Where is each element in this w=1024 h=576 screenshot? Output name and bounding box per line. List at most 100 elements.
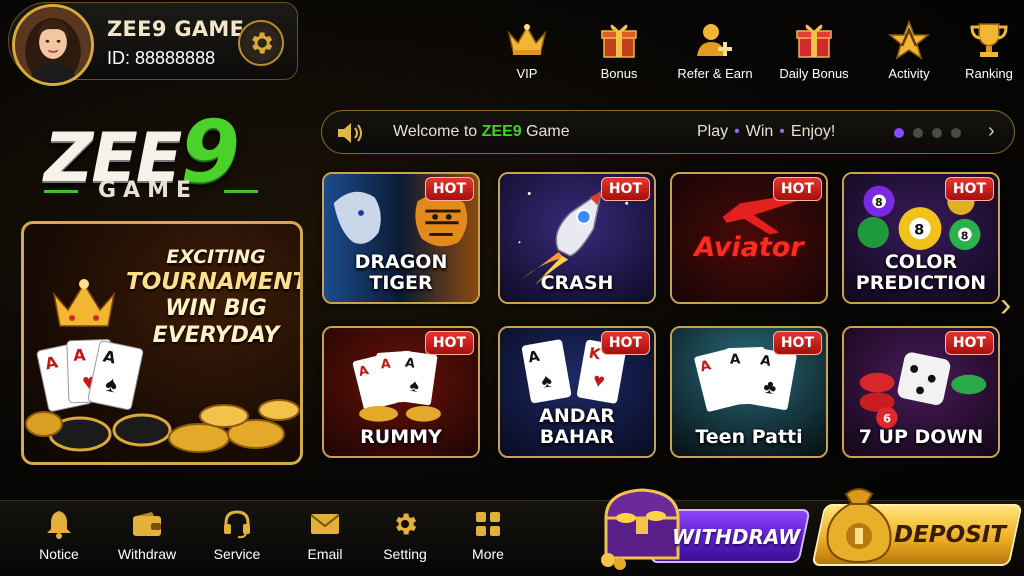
bottom-nav-withdraw[interactable]: Withdraw [112, 508, 182, 562]
hot-badge: HOT [772, 177, 822, 201]
promo-line: EVERYDAY [152, 322, 280, 348]
hot-badge: HOT [600, 177, 650, 201]
gift-box-icon [792, 20, 836, 60]
chevron-right-icon[interactable]: › [988, 120, 995, 143]
marquee-brand: ZEE9 [481, 123, 522, 140]
game-title-line: TIGER [369, 272, 433, 294]
carousel-dots[interactable] [894, 128, 961, 138]
top-nav-label: Activity [888, 66, 930, 81]
gear-icon [388, 508, 422, 540]
bottom-nav-service[interactable]: Service [202, 508, 272, 562]
avatar[interactable] [12, 4, 94, 86]
bottom-nav-label: Notice [39, 546, 79, 562]
user-add-icon [693, 20, 737, 60]
promo-headline: EXCITING TOURNAMENTS WIN BIG EVERYDAY [126, 246, 300, 349]
svg-text:A: A [380, 356, 391, 372]
game-title: CRASH [500, 273, 654, 294]
profile-id: ID: 88888888 [107, 48, 216, 68]
bottom-nav-label: Setting [383, 546, 427, 562]
game-title: ANDAR BAHAR [500, 406, 654, 448]
top-nav-bonus[interactable]: Bonus [574, 20, 664, 81]
top-nav-vip[interactable]: VIP [482, 20, 572, 81]
announcement-marquee[interactable]: Welcome to ZEE9 Game Play • Win • Enjoy! › [321, 110, 1015, 154]
carousel-dot[interactable] [951, 128, 961, 138]
game-title-line: DRAGON [354, 251, 448, 273]
treasure-chest-icon [601, 488, 680, 570]
hot-badge: HOT [944, 177, 994, 201]
game-tile-aviator[interactable]: HOT Aviator [670, 172, 828, 304]
gear-icon [252, 32, 273, 54]
tagline-word: Enjoy! [790, 123, 836, 140]
svg-text:6: 6 [883, 412, 891, 426]
hot-badge: HOT [600, 331, 650, 355]
svg-text:A: A [73, 345, 87, 364]
game-title: 7 UP DOWN [844, 427, 998, 448]
svg-text:8: 8 [914, 221, 924, 238]
top-nav-label: VIP [516, 66, 538, 81]
profile-settings-button[interactable] [238, 20, 284, 66]
star-badge-icon [887, 20, 931, 60]
wallet-icon [130, 508, 164, 540]
game-title: Teen Patti [672, 427, 826, 448]
chevron-right-icon[interactable]: › [1000, 286, 1011, 325]
carousel-dot-active[interactable] [894, 128, 904, 138]
bottom-nav-label: Email [307, 546, 343, 562]
marquee-suffix: Game [521, 123, 570, 140]
game-title-line: COLOR [884, 251, 958, 273]
game-tile-dragon-tiger[interactable]: HOT DRAGON TIGER [322, 172, 480, 304]
hot-badge: HOT [424, 177, 474, 201]
game-title: Aviator [672, 232, 826, 263]
tagline-sep: • [734, 123, 740, 140]
money-bag-icon [826, 488, 892, 564]
deposit-label: DEPOSIT [893, 522, 1007, 548]
grid-icon [471, 508, 505, 540]
game-title: COLOR PREDICTION [844, 252, 998, 294]
headset-icon [220, 508, 254, 540]
carousel-dot[interactable] [913, 128, 923, 138]
top-nav-activity[interactable]: Activity [864, 20, 954, 81]
tagline-word: Win [745, 123, 774, 140]
carousel-dot[interactable] [932, 128, 942, 138]
game-tile-andar-bahar[interactable]: A ♠ K ♥ HOT ANDAR BAHAR [498, 326, 656, 458]
bottom-nav-notice[interactable]: Notice [24, 508, 94, 562]
hot-badge: HOT [424, 331, 474, 355]
bottom-nav-more[interactable]: More [453, 508, 523, 562]
game-tile-7-up-down[interactable]: 6 HOT 7 UP DOWN [842, 326, 1000, 458]
tournament-banner[interactable]: A A♥ A♠ EXCITING TOURNAMENTS WIN BIG EVE… [21, 221, 303, 465]
top-nav-label: Daily Bonus [779, 66, 849, 81]
logo-line [224, 190, 258, 193]
marquee-prefix: Welcome to [393, 123, 482, 140]
bottom-nav-label: Withdraw [117, 546, 177, 562]
game-title-line: ANDAR [539, 405, 615, 427]
game-title-line: BAHAR [539, 426, 615, 448]
game-title-line: CRASH [540, 272, 614, 294]
game-tile-rummy[interactable]: A A A ♠ HOT RUMMY [322, 326, 480, 458]
bottom-nav-setting[interactable]: Setting [370, 508, 440, 562]
top-nav-ranking[interactable]: Ranking [944, 20, 1024, 81]
game-tile-color-prediction[interactable]: 8 8 8 HOT COLOR PREDICTION [842, 172, 1000, 304]
marquee-welcome: Welcome to ZEE9 Game [393, 123, 570, 141]
top-nav-refer-earn[interactable]: Refer & Earn [670, 20, 760, 81]
svg-text:A: A [730, 351, 742, 367]
game-title: RUMMY [324, 427, 478, 448]
speaker-icon [338, 123, 362, 143]
trophy-icon [967, 20, 1011, 60]
game-title-line: 7 UP DOWN [858, 426, 984, 448]
game-tile-crash[interactable]: HOT CRASH [498, 172, 656, 304]
top-nav-daily-bonus[interactable]: Daily Bonus [769, 20, 859, 81]
bottom-nav-email[interactable]: Email [290, 508, 360, 562]
game-title-line: Aviator [694, 232, 804, 263]
bottom-nav-label: More [472, 546, 504, 562]
top-nav-label: Bonus [600, 66, 638, 81]
game-title-line: Teen Patti [695, 426, 803, 448]
game-title-line: PREDICTION [855, 272, 987, 294]
svg-text:8: 8 [875, 196, 882, 209]
tagline-sep: • [779, 123, 785, 140]
tagline-word: Play [697, 123, 729, 140]
svg-text:8: 8 [961, 229, 968, 242]
top-nav-label: Ranking [965, 66, 1013, 81]
brand-logo: ZEE9 GAME [24, 100, 314, 208]
withdraw-label: WITHDRAW [672, 525, 801, 549]
game-tile-teen-patti[interactable]: A A A ♣ HOT Teen Patti [670, 326, 828, 458]
envelope-icon [308, 508, 342, 540]
